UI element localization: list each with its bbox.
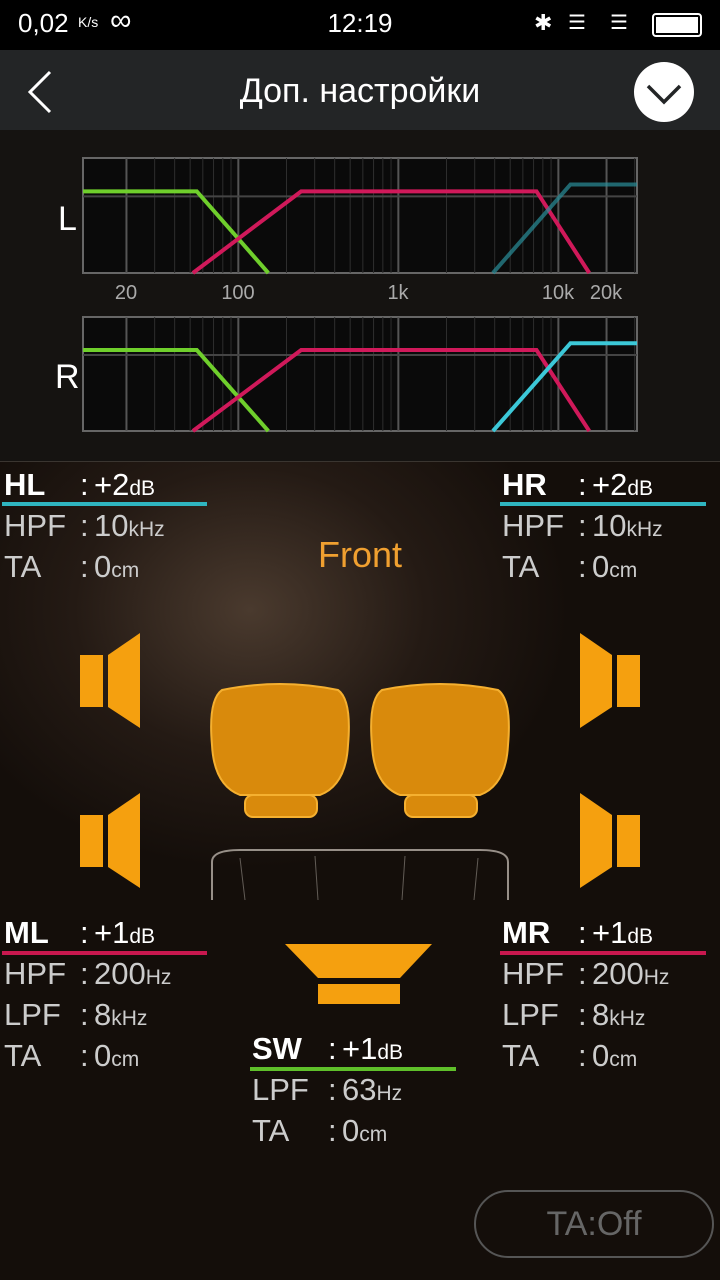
channel-name: MR [502, 915, 551, 950]
param-unit: cm [609, 559, 638, 582]
param-label: HPF [4, 956, 66, 991]
gain-unit: dB [377, 1041, 404, 1064]
gain-value: +1 [592, 915, 628, 950]
param-label: HPF [4, 508, 66, 543]
channel-name: HR [502, 467, 547, 502]
param-label: TA [4, 549, 42, 584]
param-value: 0 [94, 549, 112, 584]
channel-name: ML [4, 915, 49, 950]
channel-name: SW [252, 1031, 302, 1066]
param-unit: Hz [145, 966, 172, 989]
param-unit: cm [111, 1048, 140, 1071]
gain-unit: dB [129, 477, 156, 500]
channel-hl[interactable]: HL: +2dB HPF:10kHz TA:0cm [4, 464, 165, 587]
param-value: 8 [94, 997, 112, 1032]
channel-underline [2, 502, 207, 506]
gain-value: +1 [342, 1031, 378, 1066]
param-label: LPF [4, 997, 61, 1032]
channel-underline [500, 951, 706, 955]
param-value: 63 [342, 1072, 377, 1107]
param-unit: cm [111, 559, 140, 582]
param-value: 10 [592, 508, 627, 543]
gain-unit: dB [627, 477, 654, 500]
param-unit: kHz [128, 518, 165, 541]
channel-hr[interactable]: HR: +2dB HPF:10kHz TA:0cm [502, 464, 663, 587]
channel-underline [250, 1067, 456, 1071]
crossover-charts [82, 157, 638, 433]
param-value: 200 [592, 956, 644, 991]
gain-unit: dB [129, 925, 156, 948]
gain-value: +2 [592, 467, 628, 502]
param-unit: kHz [111, 1007, 148, 1030]
param-label: LPF [502, 997, 559, 1032]
param-label: LPF [252, 1072, 309, 1107]
param-label: TA [502, 549, 540, 584]
param-unit: Hz [643, 966, 670, 989]
channel-ml[interactable]: ML: +1dB HPF:200Hz LPF:8kHz TA:0cm [4, 912, 171, 1076]
channel-underline [2, 951, 207, 955]
param-value: 10 [94, 508, 129, 543]
param-unit: Hz [376, 1082, 403, 1105]
channel-sw[interactable]: SW: +1dB LPF:63Hz TA:0cm [252, 1028, 403, 1151]
param-label: HPF [502, 508, 564, 543]
param-unit: cm [359, 1123, 388, 1146]
param-unit: cm [609, 1048, 638, 1071]
param-value: 0 [592, 1038, 610, 1073]
channel-underline [500, 502, 706, 506]
param-value: 0 [342, 1113, 360, 1148]
gain-unit: dB [627, 925, 654, 948]
param-value: 0 [94, 1038, 112, 1073]
param-label: TA [252, 1113, 290, 1148]
param-label: TA [4, 1038, 42, 1073]
channel-mr[interactable]: MR: +1dB HPF:200Hz LPF:8kHz TA:0cm [502, 912, 669, 1076]
param-label: HPF [502, 956, 564, 991]
param-value: 200 [94, 956, 146, 991]
param-unit: kHz [609, 1007, 646, 1030]
gain-value: +1 [94, 915, 130, 950]
channel-name: HL [4, 467, 46, 502]
ta-toggle-button[interactable]: TA:Off [474, 1190, 714, 1258]
param-value: 0 [592, 549, 610, 584]
param-unit: kHz [626, 518, 663, 541]
param-value: 8 [592, 997, 610, 1032]
gain-value: +2 [94, 467, 130, 502]
param-label: TA [502, 1038, 540, 1073]
